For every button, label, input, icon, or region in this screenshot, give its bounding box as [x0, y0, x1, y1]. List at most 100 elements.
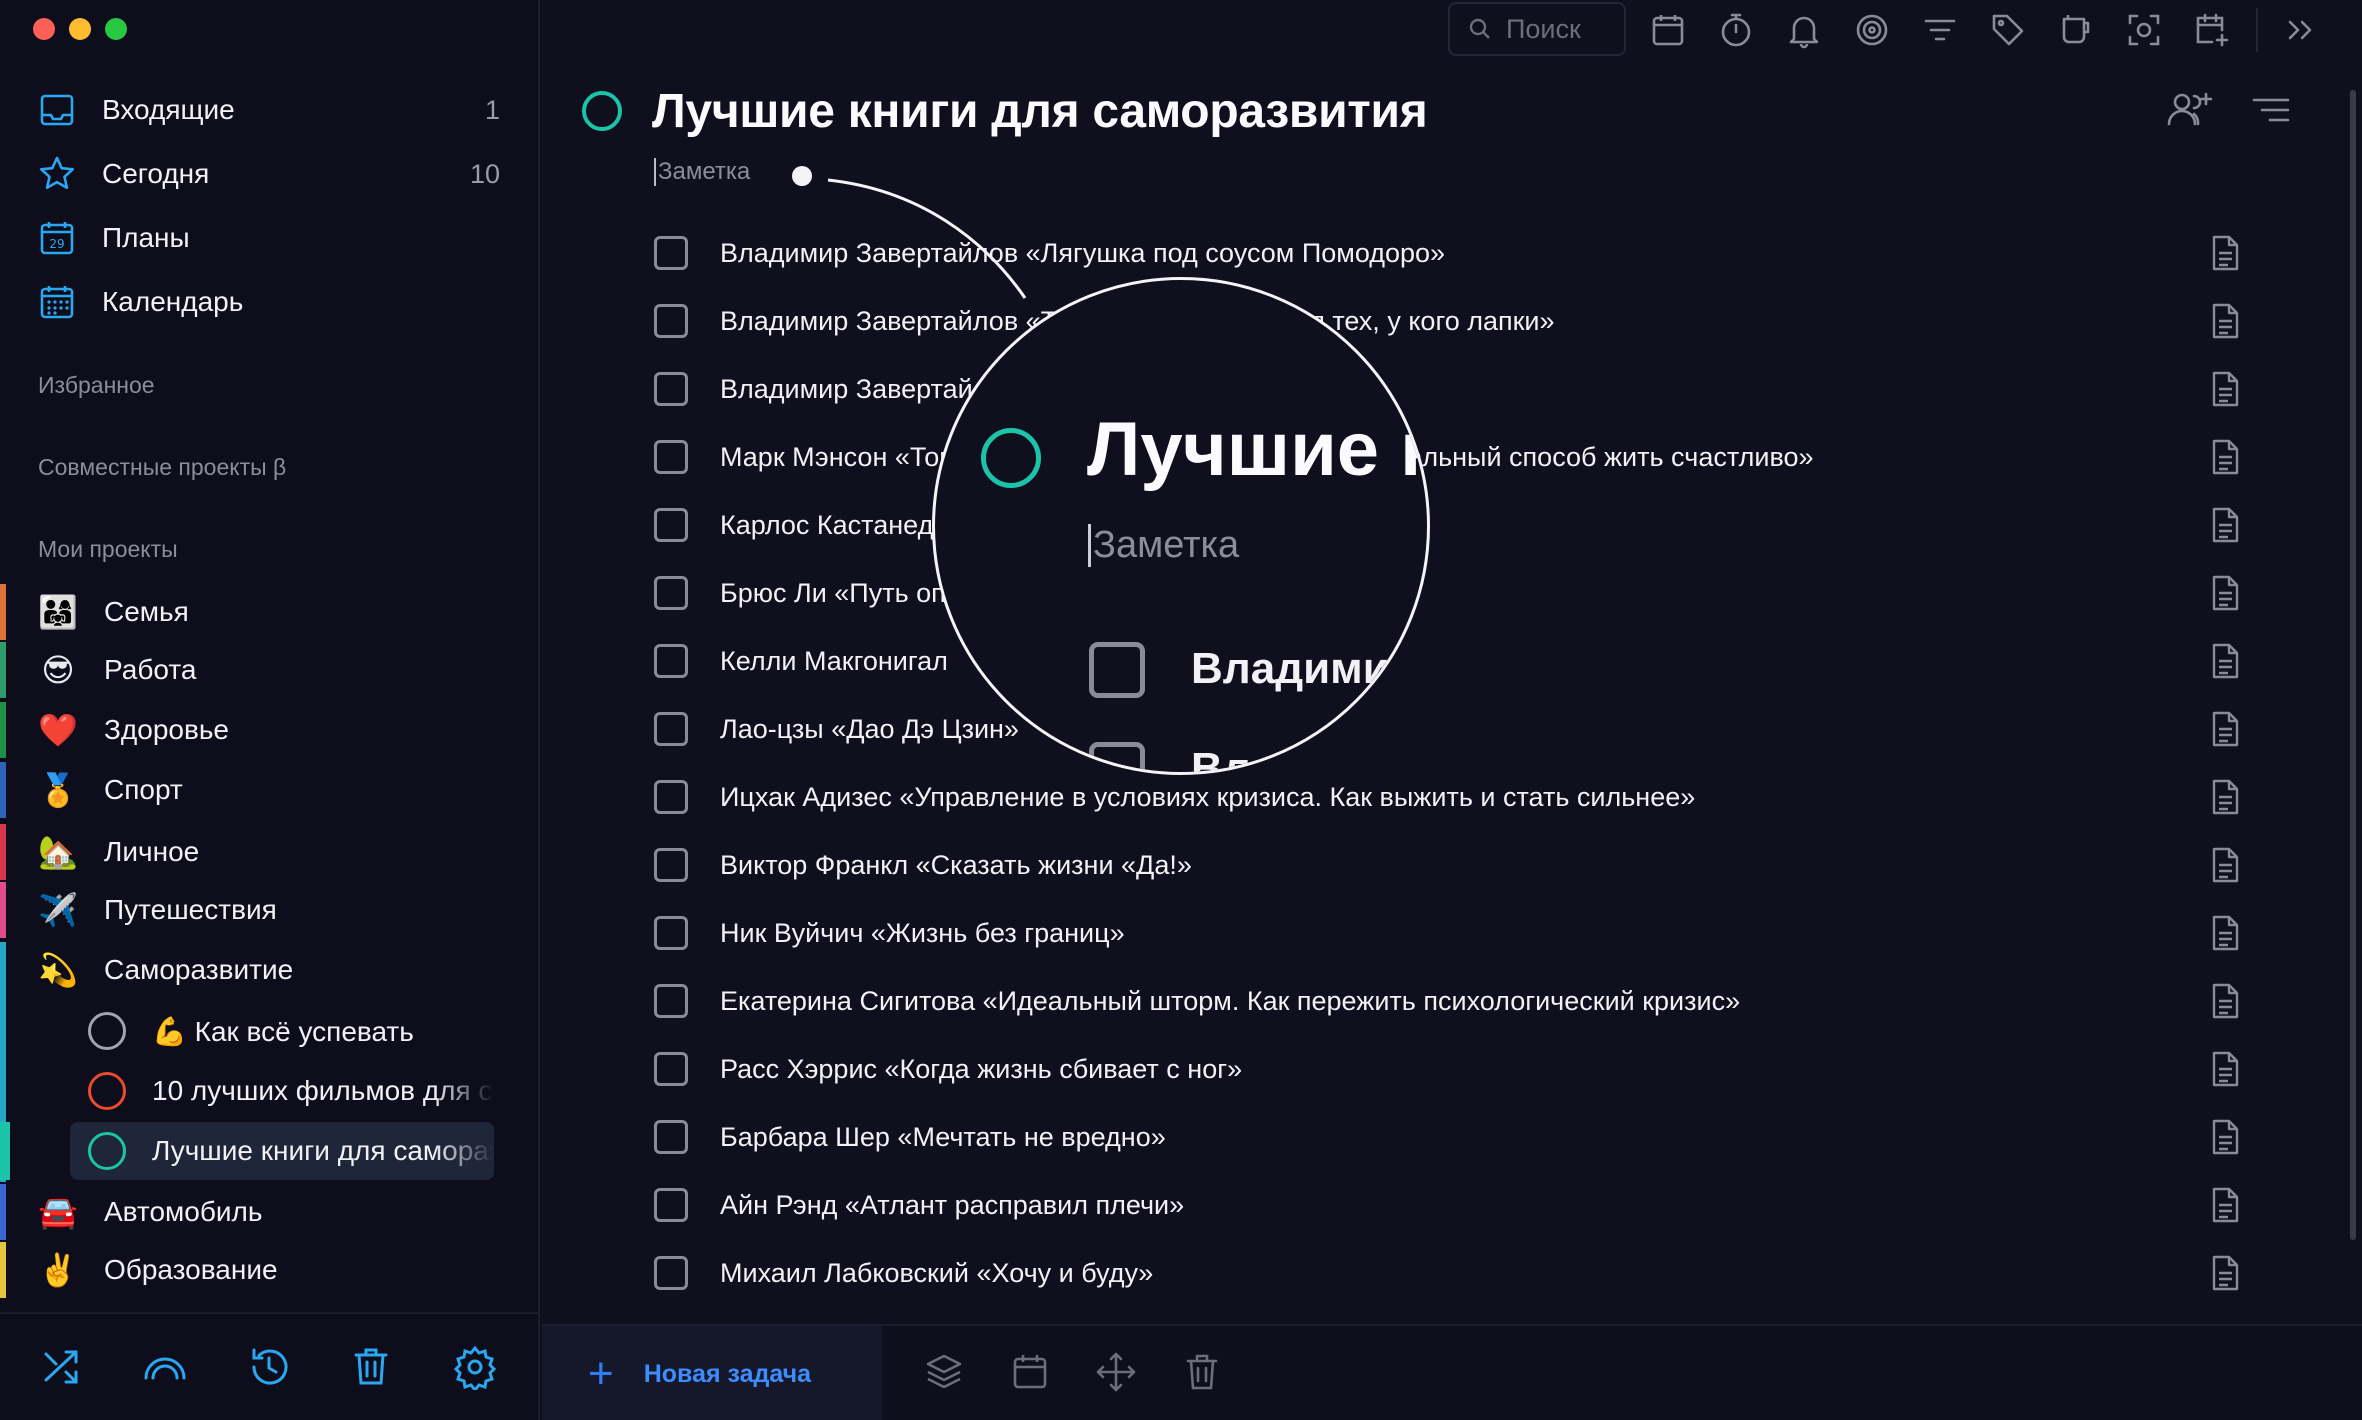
my-projects-heading[interactable]: Мои проекты: [38, 536, 178, 563]
nav-calendar[interactable]: Календарь: [36, 276, 500, 328]
task-checkbox[interactable]: [654, 644, 688, 678]
note-document-icon[interactable]: [2208, 778, 2242, 816]
task-row[interactable]: Екатерина Сигитова «Идеальный шторм. Как…: [654, 972, 2242, 1030]
timer-icon[interactable]: [1716, 10, 1756, 50]
note-document-icon[interactable]: [2208, 574, 2242, 612]
note-document-icon[interactable]: [2208, 438, 2242, 476]
nav-plans[interactable]: 29 Планы: [36, 212, 500, 264]
task-checkbox[interactable]: [654, 1052, 688, 1086]
minimize-window-button[interactable]: [69, 18, 91, 40]
note-document-icon[interactable]: [2208, 1186, 2242, 1224]
subproject-time-management[interactable]: 💪 Как всё успевать: [70, 1002, 494, 1060]
project-travel[interactable]: ✈️ Путешествия: [0, 882, 540, 938]
project-health[interactable]: ❤️ Здоровье: [0, 702, 540, 758]
note-document-icon[interactable]: [2208, 642, 2242, 680]
filter-icon[interactable]: [1920, 10, 1960, 50]
task-row[interactable]: Марк Мэнсон «Тонкое искусство пофигизма.…: [654, 428, 2242, 486]
task-checkbox[interactable]: [654, 508, 688, 542]
note-document-icon[interactable]: [2208, 1254, 2242, 1292]
project-education[interactable]: ✌️ Образование: [0, 1242, 540, 1298]
project-self-development[interactable]: 💫 Саморазвитие: [0, 942, 540, 998]
collapse-chevrons-icon[interactable]: [2280, 10, 2320, 50]
task-checkbox[interactable]: [654, 236, 688, 270]
task-row[interactable]: Расс Хэррис «Когда жизнь сбивает с ног»: [654, 1040, 2242, 1098]
task-checkbox[interactable]: [654, 712, 688, 746]
subproject-books-active[interactable]: Лучшие книги для саморазвития: [70, 1122, 494, 1180]
close-window-button[interactable]: [33, 18, 55, 40]
subproject-films[interactable]: 10 лучших фильмов для саморазвития: [70, 1062, 494, 1120]
note-document-icon[interactable]: [2208, 846, 2242, 884]
nav-inbox[interactable]: Входящие 1: [36, 84, 500, 136]
shuffle-icon[interactable]: [40, 1344, 86, 1390]
note-document-icon[interactable]: [2208, 302, 2242, 340]
plus-icon: +: [588, 1349, 614, 1398]
bell-icon[interactable]: [1784, 10, 1824, 50]
calendar-icon[interactable]: [1008, 1350, 1052, 1394]
task-checkbox[interactable]: [654, 780, 688, 814]
note-document-icon[interactable]: [2208, 914, 2242, 952]
page-title[interactable]: Лучшие книги для саморазвития: [652, 84, 1428, 139]
task-row[interactable]: Барбара Шер «Мечтать не вредно»: [654, 1108, 2242, 1166]
task-row[interactable]: Владимир Завертайлов «Тайм-менеджмент дл…: [654, 292, 2242, 350]
task-row[interactable]: Брюс Ли «Путь опережающего кулака»: [654, 564, 2242, 622]
layers-icon[interactable]: [922, 1350, 966, 1394]
settings-gear-icon[interactable]: [452, 1344, 498, 1393]
nav-today[interactable]: Сегодня 10: [36, 148, 500, 200]
task-checkbox[interactable]: [654, 576, 688, 610]
task-checkbox[interactable]: [654, 1120, 688, 1154]
project-color-bar: [0, 882, 6, 938]
rainbow-icon[interactable]: [142, 1344, 188, 1390]
task-checkbox[interactable]: [654, 1256, 688, 1290]
task-checkbox[interactable]: [654, 440, 688, 474]
task-checkbox[interactable]: [654, 916, 688, 950]
scrollbar[interactable]: [2350, 90, 2356, 1240]
screenshot-icon[interactable]: [2124, 10, 2164, 50]
note-field[interactable]: Заметка: [654, 158, 750, 186]
add-member-icon[interactable]: [2164, 88, 2214, 132]
zoom-window-button[interactable]: [105, 18, 127, 40]
note-document-icon[interactable]: [2208, 1050, 2242, 1088]
calendar-icon[interactable]: [1648, 10, 1688, 50]
project-work[interactable]: 😎 Работа: [0, 642, 540, 698]
task-row[interactable]: Ицхак Адизес «Управление в условиях криз…: [654, 768, 2242, 826]
project-car[interactable]: 🚘 Автомобиль: [0, 1184, 540, 1240]
search-input[interactable]: Поиск: [1448, 2, 1626, 56]
project-family[interactable]: 👨‍👩‍👧 Семья: [0, 584, 540, 640]
project-personal[interactable]: 🏡 Личное: [0, 824, 540, 880]
note-document-icon[interactable]: [2208, 1118, 2242, 1156]
task-row[interactable]: Келли Макгонигал: [654, 632, 2242, 690]
focus-target-icon[interactable]: [1852, 10, 1892, 50]
note-document-icon[interactable]: [2208, 710, 2242, 748]
new-task-button[interactable]: + Новая задача: [542, 1326, 882, 1420]
add-calendar-icon[interactable]: [2192, 10, 2232, 50]
shared-projects-heading[interactable]: Совместные проекты β: [38, 454, 286, 481]
task-row[interactable]: Лао-цзы «Дао Дэ Цзин»: [654, 700, 2242, 758]
task-row[interactable]: Айн Рэнд «Атлант расправил плечи»: [654, 1176, 2242, 1234]
sort-icon[interactable]: [2246, 88, 2296, 132]
task-row[interactable]: Ник Вуйчич «Жизнь без границ»: [654, 904, 2242, 962]
note-document-icon[interactable]: [2208, 506, 2242, 544]
note-document-icon[interactable]: [2208, 370, 2242, 408]
task-checkbox[interactable]: [654, 984, 688, 1018]
project-status-ring-icon[interactable]: [582, 91, 622, 131]
sunglasses-emoji-icon: 😎: [41, 652, 75, 688]
favorites-heading[interactable]: Избранное: [38, 372, 155, 399]
task-row[interactable]: Владимир Завертайлов «Лягушка под соусом…: [654, 224, 2242, 282]
note-document-icon[interactable]: [2208, 982, 2242, 1020]
trash-icon[interactable]: [348, 1344, 394, 1390]
coffee-cup-icon[interactable]: [2056, 10, 2096, 50]
task-row[interactable]: Виктор Франкл «Сказать жизни «Да!»: [654, 836, 2242, 894]
project-sport[interactable]: 🏅 Спорт: [0, 762, 540, 818]
history-icon[interactable]: [246, 1344, 292, 1390]
task-row[interactable]: Михаил Лабковский «Хочу и буду»: [654, 1244, 2242, 1302]
tag-icon[interactable]: [1988, 10, 2028, 50]
task-row[interactable]: Карлос Кастанеда: [654, 496, 2242, 554]
task-checkbox[interactable]: [654, 304, 688, 338]
task-checkbox[interactable]: [654, 372, 688, 406]
move-arrows-icon[interactable]: [1094, 1350, 1138, 1394]
task-row[interactable]: Владимир Завертайлов «Нет времени? Пить»: [654, 360, 2242, 418]
task-checkbox[interactable]: [654, 1188, 688, 1222]
trash-icon[interactable]: [1180, 1350, 1224, 1394]
note-document-icon[interactable]: [2208, 234, 2242, 272]
task-checkbox[interactable]: [654, 848, 688, 882]
